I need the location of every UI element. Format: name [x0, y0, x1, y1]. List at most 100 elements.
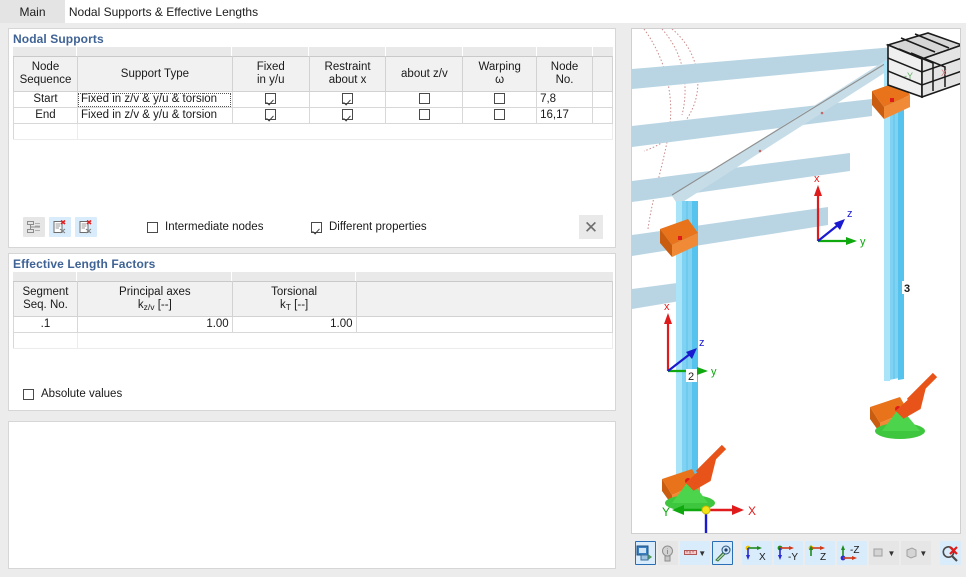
view-cube[interactable]: -Y X: [888, 33, 960, 97]
clear-nodal-supports-button[interactable]: ✕: [579, 215, 603, 239]
col-strip-support-type[interactable]: [77, 47, 232, 56]
header-warping-line2: ω: [463, 74, 536, 87]
tab-nodal-supports-label: Nodal Supports & Effective Lengths: [69, 5, 258, 19]
cell-fixed-in-yu[interactable]: [232, 92, 309, 108]
col-strip-elf-extra[interactable]: [356, 272, 613, 281]
header-segment-seq-no[interactable]: Segment Seq. No.: [14, 282, 78, 317]
view-in-neg-y-button[interactable]: -Y: [774, 541, 804, 565]
ruler-dropdown-button[interactable]: ▼: [680, 541, 710, 565]
view-direction-z-icon: Z: [808, 545, 832, 562]
header-fixed-in-yu[interactable]: Fixed in y/u: [232, 57, 309, 92]
view-in-x-button[interactable]: X: [742, 541, 772, 565]
col-strip-restraint-about-zv[interactable]: [386, 47, 463, 56]
table-row[interactable]: .1 1.00 1.00: [14, 317, 613, 333]
display-properties-button[interactable]: [712, 541, 733, 565]
header-extra[interactable]: [592, 57, 612, 92]
table-row-empty[interactable]: [14, 333, 613, 349]
checkbox-fixed-in-yu[interactable]: [265, 93, 276, 104]
kt-symbol: k: [280, 299, 286, 311]
nodal-supports-section: Nodal Supports: [8, 28, 616, 248]
table-row-empty[interactable]: [14, 124, 613, 140]
reset-zoom-button[interactable]: [940, 541, 961, 565]
delete-support-button[interactable]: [49, 217, 71, 237]
cell-segment-seq-no[interactable]: [14, 333, 78, 349]
local-axis-y-label-right: y: [860, 236, 866, 248]
col-strip-extra[interactable]: [593, 47, 613, 56]
checkbox-restraint-about-zv[interactable]: [419, 93, 430, 104]
header-warping[interactable]: Warping ω: [463, 57, 537, 92]
cell-torsional-kt[interactable]: 1.00: [232, 317, 356, 333]
col-strip-node-no[interactable]: [537, 47, 593, 56]
header-node-sequence[interactable]: Node Sequence: [14, 57, 78, 92]
checkbox-restraint-about-zv[interactable]: [419, 109, 430, 120]
cell-node-sequence[interactable]: End: [14, 108, 78, 124]
table-row[interactable]: Start Fixed in z/v & y/u & torsion 7,8: [14, 92, 613, 108]
absolute-values-checkbox[interactable]: [23, 389, 34, 400]
different-properties-checkbox-row[interactable]: Different properties: [311, 221, 427, 233]
header-node-no[interactable]: Node No.: [537, 57, 593, 92]
cell-node-no[interactable]: 7,8: [537, 92, 593, 108]
kzv-unit: [--]: [155, 299, 172, 311]
cell-support-type[interactable]: Fixed in z/v & y/u & torsion: [77, 92, 232, 108]
cell-empty[interactable]: [77, 333, 612, 349]
checkbox-warping[interactable]: [494, 109, 505, 120]
global-axes-triad: [672, 505, 744, 533]
view-in-z-button[interactable]: Z: [805, 541, 835, 565]
intermediate-nodes-checkbox-row[interactable]: Intermediate nodes: [147, 221, 263, 233]
header-elf-extra[interactable]: [356, 282, 612, 317]
tab-nodal-supports-effective-lengths[interactable]: Nodal Supports & Effective Lengths: [65, 0, 262, 23]
member-label-3: 3: [904, 283, 910, 295]
header-support-type[interactable]: Support Type: [77, 57, 232, 92]
cell-restraint-about-zv[interactable]: [386, 92, 463, 108]
info-button[interactable]: i: [658, 541, 679, 565]
col-strip-restraint-about-x[interactable]: [309, 47, 386, 56]
cell-node-no[interactable]: 16,17: [537, 108, 593, 124]
cell-restraint-about-zv[interactable]: [386, 108, 463, 124]
absolute-values-checkbox-row[interactable]: Absolute values: [23, 388, 122, 400]
header-torsional[interactable]: Torsional kT [--]: [232, 282, 356, 317]
checkbox-fixed-in-yu[interactable]: [265, 109, 276, 120]
view-neg-y-label: -Y: [788, 552, 798, 562]
col-strip-fixed-yu[interactable]: [232, 47, 309, 56]
header-principal-axes[interactable]: Principal axes kz/v [--]: [77, 282, 232, 317]
cell-restraint-about-x[interactable]: [309, 108, 386, 124]
model-3d-canvas[interactable]: -Y X 3 2 x y z x y z X: [631, 28, 961, 534]
cell-segment-seq-no[interactable]: .1: [14, 317, 78, 333]
col-strip-principal-axes[interactable]: [77, 272, 232, 281]
intermediate-nodes-checkbox[interactable]: [147, 222, 158, 233]
checkbox-warping[interactable]: [494, 93, 505, 104]
zoom-dropdown-button[interactable]: ▼: [869, 541, 899, 565]
cell-support-type[interactable]: Fixed in z/v & y/u & torsion: [77, 108, 232, 124]
cell-restraint-about-x[interactable]: [309, 92, 386, 108]
table-row[interactable]: End Fixed in z/v & y/u & torsion 16,17: [14, 108, 613, 124]
col-strip-node-sequence[interactable]: [13, 47, 77, 56]
cell-node-sequence[interactable]: [14, 124, 78, 140]
header-restraint-about-x[interactable]: Restraint about x: [309, 57, 386, 92]
checkbox-restraint-about-x[interactable]: [342, 109, 353, 120]
chevron-down-icon: ▼: [887, 549, 895, 558]
cell-principal-axes-kzv[interactable]: 1.00: [77, 317, 232, 333]
cell-extra[interactable]: [592, 92, 612, 108]
cell-extra[interactable]: [592, 108, 612, 124]
view-in-neg-z-button[interactable]: -Z: [837, 541, 867, 565]
delete-row-icon: [53, 220, 68, 234]
cell-node-sequence[interactable]: Start: [14, 92, 78, 108]
cell-warping[interactable]: [463, 108, 537, 124]
tab-main[interactable]: Main: [0, 0, 65, 23]
cell-fixed-in-yu[interactable]: [232, 108, 309, 124]
col-strip-warping[interactable]: [463, 47, 537, 56]
cell-empty[interactable]: [77, 124, 612, 140]
col-strip-segment-seq-no[interactable]: [13, 272, 77, 281]
cell-warping[interactable]: [463, 92, 537, 108]
edit-support-button[interactable]: [23, 217, 45, 237]
render-mode-button[interactable]: [635, 541, 656, 565]
checkbox-restraint-about-x[interactable]: [342, 93, 353, 104]
delete-all-supports-button[interactable]: [75, 217, 97, 237]
box-dropdown-button[interactable]: ▼: [901, 541, 931, 565]
cell-elf-extra[interactable]: [356, 317, 612, 333]
col-strip-torsional[interactable]: [232, 272, 356, 281]
different-properties-checkbox[interactable]: [311, 222, 322, 233]
header-restraint-about-zv[interactable]: about z/v: [386, 57, 463, 92]
header-principal-axes-line2: kz/v [--]: [78, 299, 232, 312]
member-label-2: 2: [688, 371, 694, 383]
